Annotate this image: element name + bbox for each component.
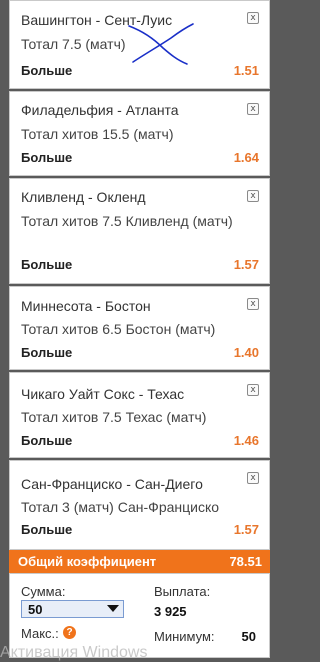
bet-teams: Филадельфия - Атланта [21,102,179,118]
total-odds-label: Общий коэффициент [18,554,157,569]
bet-market: Тотал хитов 7.5 Техас (матч) [21,409,207,425]
bet-pick: Больше [21,433,73,448]
bet-teams: Миннесота - Бостон [21,298,151,314]
bet-card: Миннесота - Бостон x Тотал хитов 6.5 Бос… [9,286,270,370]
bet-teams: Кливленд - Окленд [21,189,146,205]
min-label: Минимум: [154,629,215,644]
windows-activation-watermark: Активация Windows [0,644,148,661]
bet-market: Тотал хитов 15.5 (матч) [21,126,174,142]
bet-odds: 1.46 [233,433,259,448]
min-value: 50 [241,629,256,644]
stake-label: Сумма: [21,584,66,599]
stake-value: 50 [28,602,43,617]
bet-odds: 1.57 [233,257,259,272]
bet-teams: Сан-Франциско - Сан-Диего [21,476,203,492]
remove-bet-icon[interactable]: x [247,12,259,24]
bet-card: Сан-Франциско - Сан-Диего x Тотал 3 (мат… [9,460,270,550]
dropdown-arrow-icon[interactable] [107,605,119,612]
bet-teams: Чикаго Уайт Сокс - Техас [21,386,185,402]
bet-market: Тотал 3 (матч) Сан-Франциско [21,499,220,515]
bet-pick: Больше [21,63,73,78]
bet-odds: 1.40 [233,345,259,360]
stake-select[interactable]: 50 [21,600,124,618]
bet-odds: 1.64 [233,150,259,165]
help-icon[interactable]: ? [63,626,76,639]
bet-market: Тотал хитов 6.5 Бостон (матч) [21,321,216,337]
bet-pick: Больше [21,345,73,360]
max-label: Макс.: [21,626,59,641]
bet-pick: Больше [21,150,73,165]
bet-card: Филадельфия - Атланта x Тотал хитов 15.5… [9,91,270,176]
bet-pick: Больше [21,522,73,537]
bet-card: Чикаго Уайт Сокс - Техас x Тотал хитов 7… [9,372,270,458]
bet-odds: 1.57 [233,522,259,537]
remove-bet-icon[interactable]: x [247,103,259,115]
total-odds-value: 78.51 [229,554,262,569]
bet-pick: Больше [21,257,73,272]
payout-value: 3 925 [154,604,187,619]
remove-bet-icon[interactable]: x [247,298,259,310]
bet-card: Кливленд - Окленд x Тотал хитов 7.5 Клив… [9,178,270,284]
bet-odds: 1.51 [233,63,259,78]
bet-market: Тотал хитов 7.5 Кливленд (матч) [21,213,233,229]
remove-bet-icon[interactable]: x [247,384,259,396]
payout-label: Выплата: [154,584,211,599]
remove-bet-icon[interactable]: x [247,190,259,202]
pen-scribble [128,23,194,65]
total-odds-bar: Общий коэффициент 78.51 [9,550,270,573]
remove-bet-icon[interactable]: x [247,472,259,484]
